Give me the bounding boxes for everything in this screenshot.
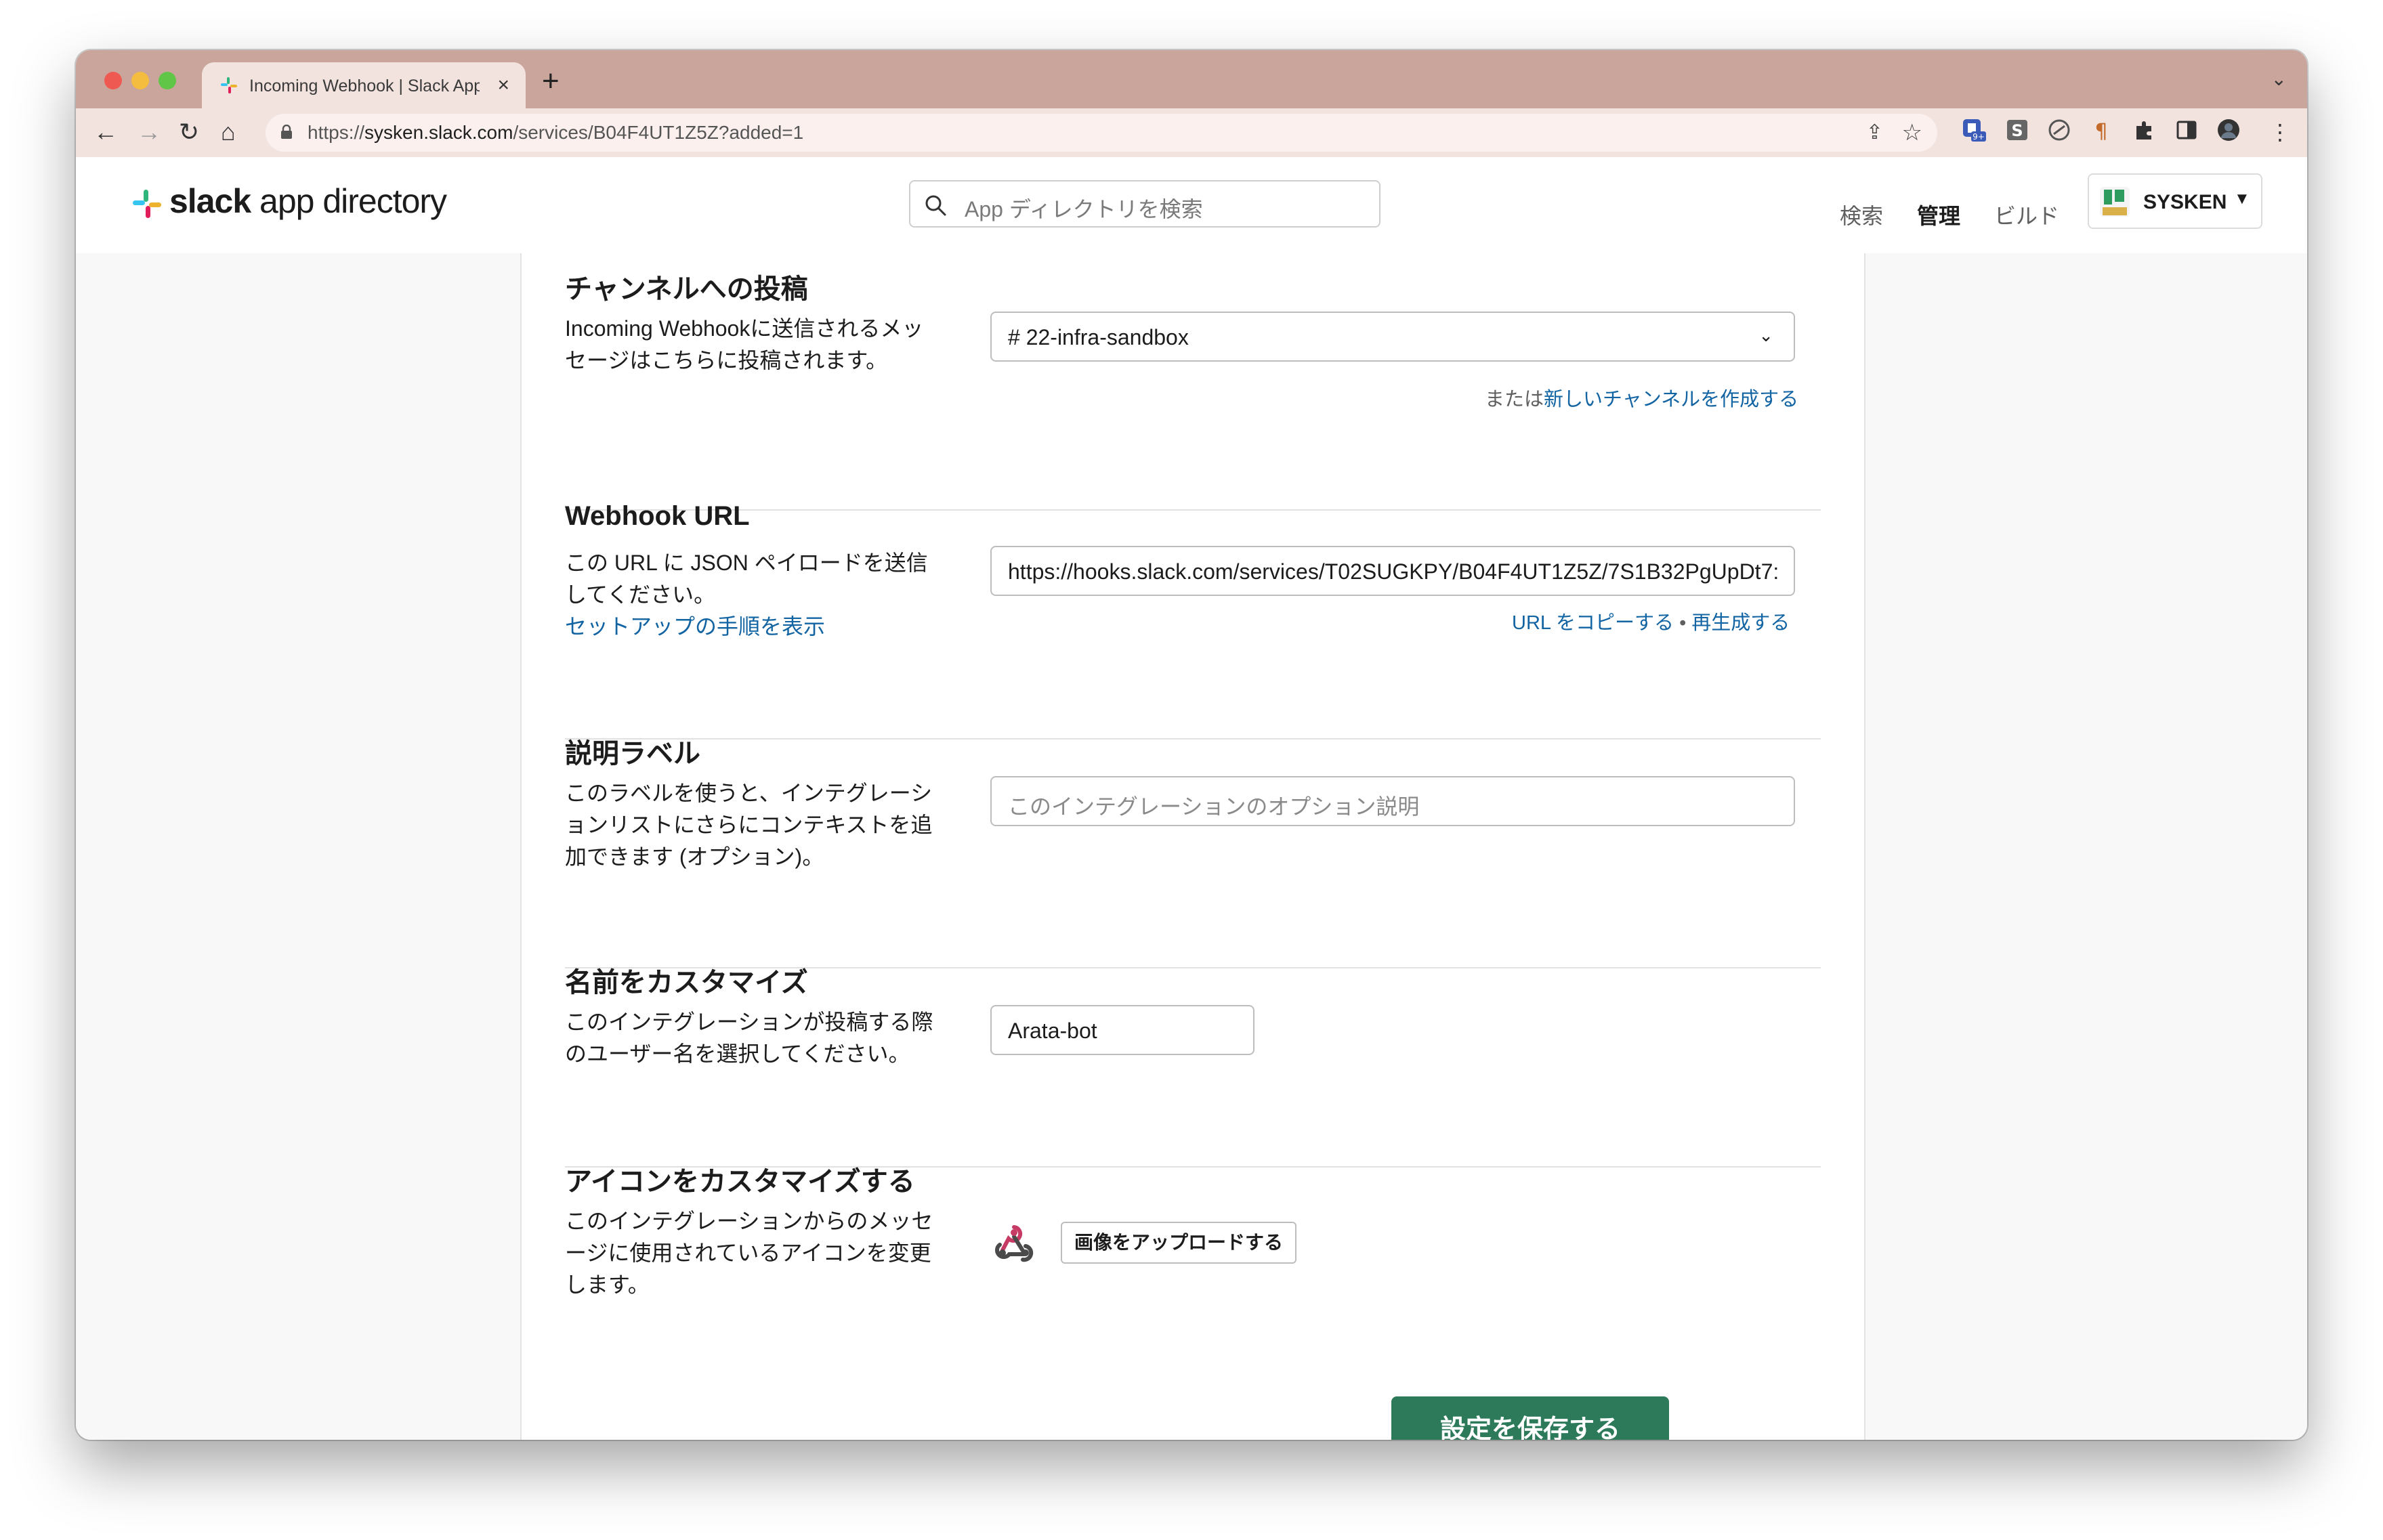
slack-logo-icon[interactable] xyxy=(131,188,163,219)
s-extension-icon[interactable]: S xyxy=(2005,118,2029,142)
workspace-icon xyxy=(2100,187,2130,217)
forward-icon[interactable]: → xyxy=(137,115,161,149)
name-section-title: 名前をカスタマイズ xyxy=(565,968,808,998)
svg-text:S: S xyxy=(2011,121,2023,140)
bot-name-input[interactable]: Arata-bot xyxy=(990,1005,1254,1055)
search-placeholder: App ディレクトリを検索 xyxy=(965,197,1203,221)
channel-section: チャンネルへの投稿 Incoming Webhookに送信されるメッセージはこち… xyxy=(565,267,1821,470)
channel-section-description: Incoming Webhookに送信されるメッセージはこちらに投稿されます。 xyxy=(565,316,924,372)
browser-toolbar: ← → ↻ ⌂ https://sysken.slack.com/service… xyxy=(76,108,2307,157)
share-icon[interactable]: ⇪ xyxy=(1866,121,1883,144)
browser-menu-icon[interactable]: ⋮ xyxy=(2269,115,2291,149)
app-directory-header: slack app directory App ディレクトリを検索 検索 管理 … xyxy=(76,157,2307,255)
svg-text:9+: 9+ xyxy=(1973,132,1985,142)
circle-extension-icon[interactable] xyxy=(2047,118,2071,142)
search-icon xyxy=(925,195,946,216)
caret-down-icon: ▼ xyxy=(2234,190,2250,208)
reload-icon[interactable]: ↻ xyxy=(179,115,199,149)
minimize-window-button[interactable] xyxy=(131,72,149,89)
new-tab-button[interactable]: + xyxy=(542,66,560,96)
address-bar[interactable]: https://sysken.slack.com/services/B04F4U… xyxy=(266,114,1937,152)
extension-badge-icon[interactable]: 9+ xyxy=(1962,118,1986,142)
bot-name-value: Arata-bot xyxy=(1008,1019,1097,1043)
close-window-button[interactable] xyxy=(104,72,122,89)
profile-avatar-icon[interactable] xyxy=(2216,118,2241,142)
chevron-down-icon: ⌄ xyxy=(1758,325,1773,345)
search-input[interactable]: App ディレクトリを検索 xyxy=(909,180,1380,228)
label-section-description: このラベルを使うと、インテグレーションリストにさらにコンテキストを追加できます … xyxy=(565,781,933,869)
icon-section-description: このインテグレーションからのメッセージに使用されているアイコンを変更します。 xyxy=(565,1209,933,1297)
webhook-section-title: Webhook URL xyxy=(565,501,750,531)
description-label-section: 説明ラベル このラベルを使うと、インテグレーションリストにさらにコンテキストを追… xyxy=(565,731,1821,935)
workspace-switcher-button[interactable]: SYSKEN ▼ xyxy=(2088,173,2262,229)
back-icon[interactable]: ← xyxy=(93,115,118,149)
workspace-name: SYSKEN xyxy=(2143,191,2227,213)
setup-instructions-link[interactable]: セットアップの手順を表示 xyxy=(565,611,944,643)
copy-url-link[interactable]: URL をコピーする xyxy=(1512,612,1674,634)
bookmark-star-icon[interactable]: ☆ xyxy=(1902,119,1922,146)
description-label-input[interactable]: このインテグレーションのオプション説明 xyxy=(990,776,1795,826)
maximize-window-button[interactable] xyxy=(159,72,176,89)
webhook-url-actions: URL をコピーする • 再生成する xyxy=(1512,612,1790,634)
lock-icon xyxy=(281,125,292,139)
sidebar-toggle-icon[interactable] xyxy=(2174,118,2199,142)
tab-search-icon[interactable]: ⌄ xyxy=(2271,68,2287,90)
main-content: チャンネルへの投稿 Incoming Webhookに送信されるメッセージはこち… xyxy=(76,253,2307,1440)
create-channel-link[interactable]: 新しいチャンネルを作成する xyxy=(1544,389,1798,410)
slack-favicon-icon xyxy=(221,77,237,93)
selected-channel: # 22-infra-sandbox xyxy=(1008,325,1189,349)
description-placeholder: このインテグレーションのオプション説明 xyxy=(1008,794,1420,819)
channel-section-title: チャンネルへの投稿 xyxy=(565,274,808,304)
save-settings-button[interactable]: 設定を保存する xyxy=(1391,1396,1669,1440)
settings-panel: チャンネルへの投稿 Incoming Webhookに送信されるメッセージはこち… xyxy=(520,253,1865,1440)
nav-search-link[interactable]: 検索 xyxy=(1840,199,1883,230)
upload-image-button[interactable]: 画像をアップロードする xyxy=(1061,1222,1296,1264)
nav-build-link[interactable]: ビルド xyxy=(1994,199,2059,230)
svg-text:¶: ¶ xyxy=(2094,120,2107,142)
customize-name-section: 名前をカスタマイズ このインテグレーションが投稿する際のユーザー名を選択してくだ… xyxy=(565,960,1821,1123)
create-channel-helper: または新しいチャンネルを作成する xyxy=(1485,389,1799,410)
name-section-description: このインテグレーションが投稿する際のユーザー名を選択してください。 xyxy=(565,1010,933,1066)
browser-window: Incoming Webhook | Slack App × + ⌄ ← → ↻… xyxy=(76,50,2307,1440)
webhook-url-section: Webhook URL この URL に JSON ペイロードを送信してください… xyxy=(565,501,1821,704)
puzzle-extensions-icon[interactable] xyxy=(2132,118,2157,142)
label-section-title: 説明ラベル xyxy=(565,739,700,769)
customize-icon-section: アイコンをカスタマイズする このインテグレーションからのメッセージに使用されてい… xyxy=(565,1159,1821,1376)
pilcrow-extension-icon[interactable]: ¶ xyxy=(2089,118,2113,142)
channel-select[interactable]: # 22-infra-sandbox ⌄ xyxy=(990,312,1795,362)
nav-manage-link[interactable]: 管理 xyxy=(1917,199,1960,230)
tab-strip: Incoming Webhook | Slack App × + ⌄ xyxy=(76,50,2307,108)
url-text: https://sysken.slack.com/services/B04F4U… xyxy=(308,122,804,143)
webhook-icon xyxy=(995,1225,1034,1262)
home-icon[interactable]: ⌂ xyxy=(221,115,236,149)
regenerate-link[interactable]: 再生成する xyxy=(1691,612,1790,634)
icon-section-title: アイコンをカスタマイズする xyxy=(565,1167,915,1197)
browser-tab[interactable]: Incoming Webhook | Slack App × xyxy=(202,62,526,108)
tab-close-icon[interactable]: × xyxy=(497,72,509,99)
webhook-url-field[interactable]: https://hooks.slack.com/services/T02SUGK… xyxy=(990,546,1795,596)
webhook-section-description: この URL に JSON ペイロードを送信してください。 xyxy=(565,551,928,607)
webhook-url-value: https://hooks.slack.com/services/T02SUGK… xyxy=(1008,559,1779,584)
tab-title: Incoming Webhook | Slack App xyxy=(249,77,480,95)
app-directory-logo[interactable]: slack app directory xyxy=(169,181,447,221)
